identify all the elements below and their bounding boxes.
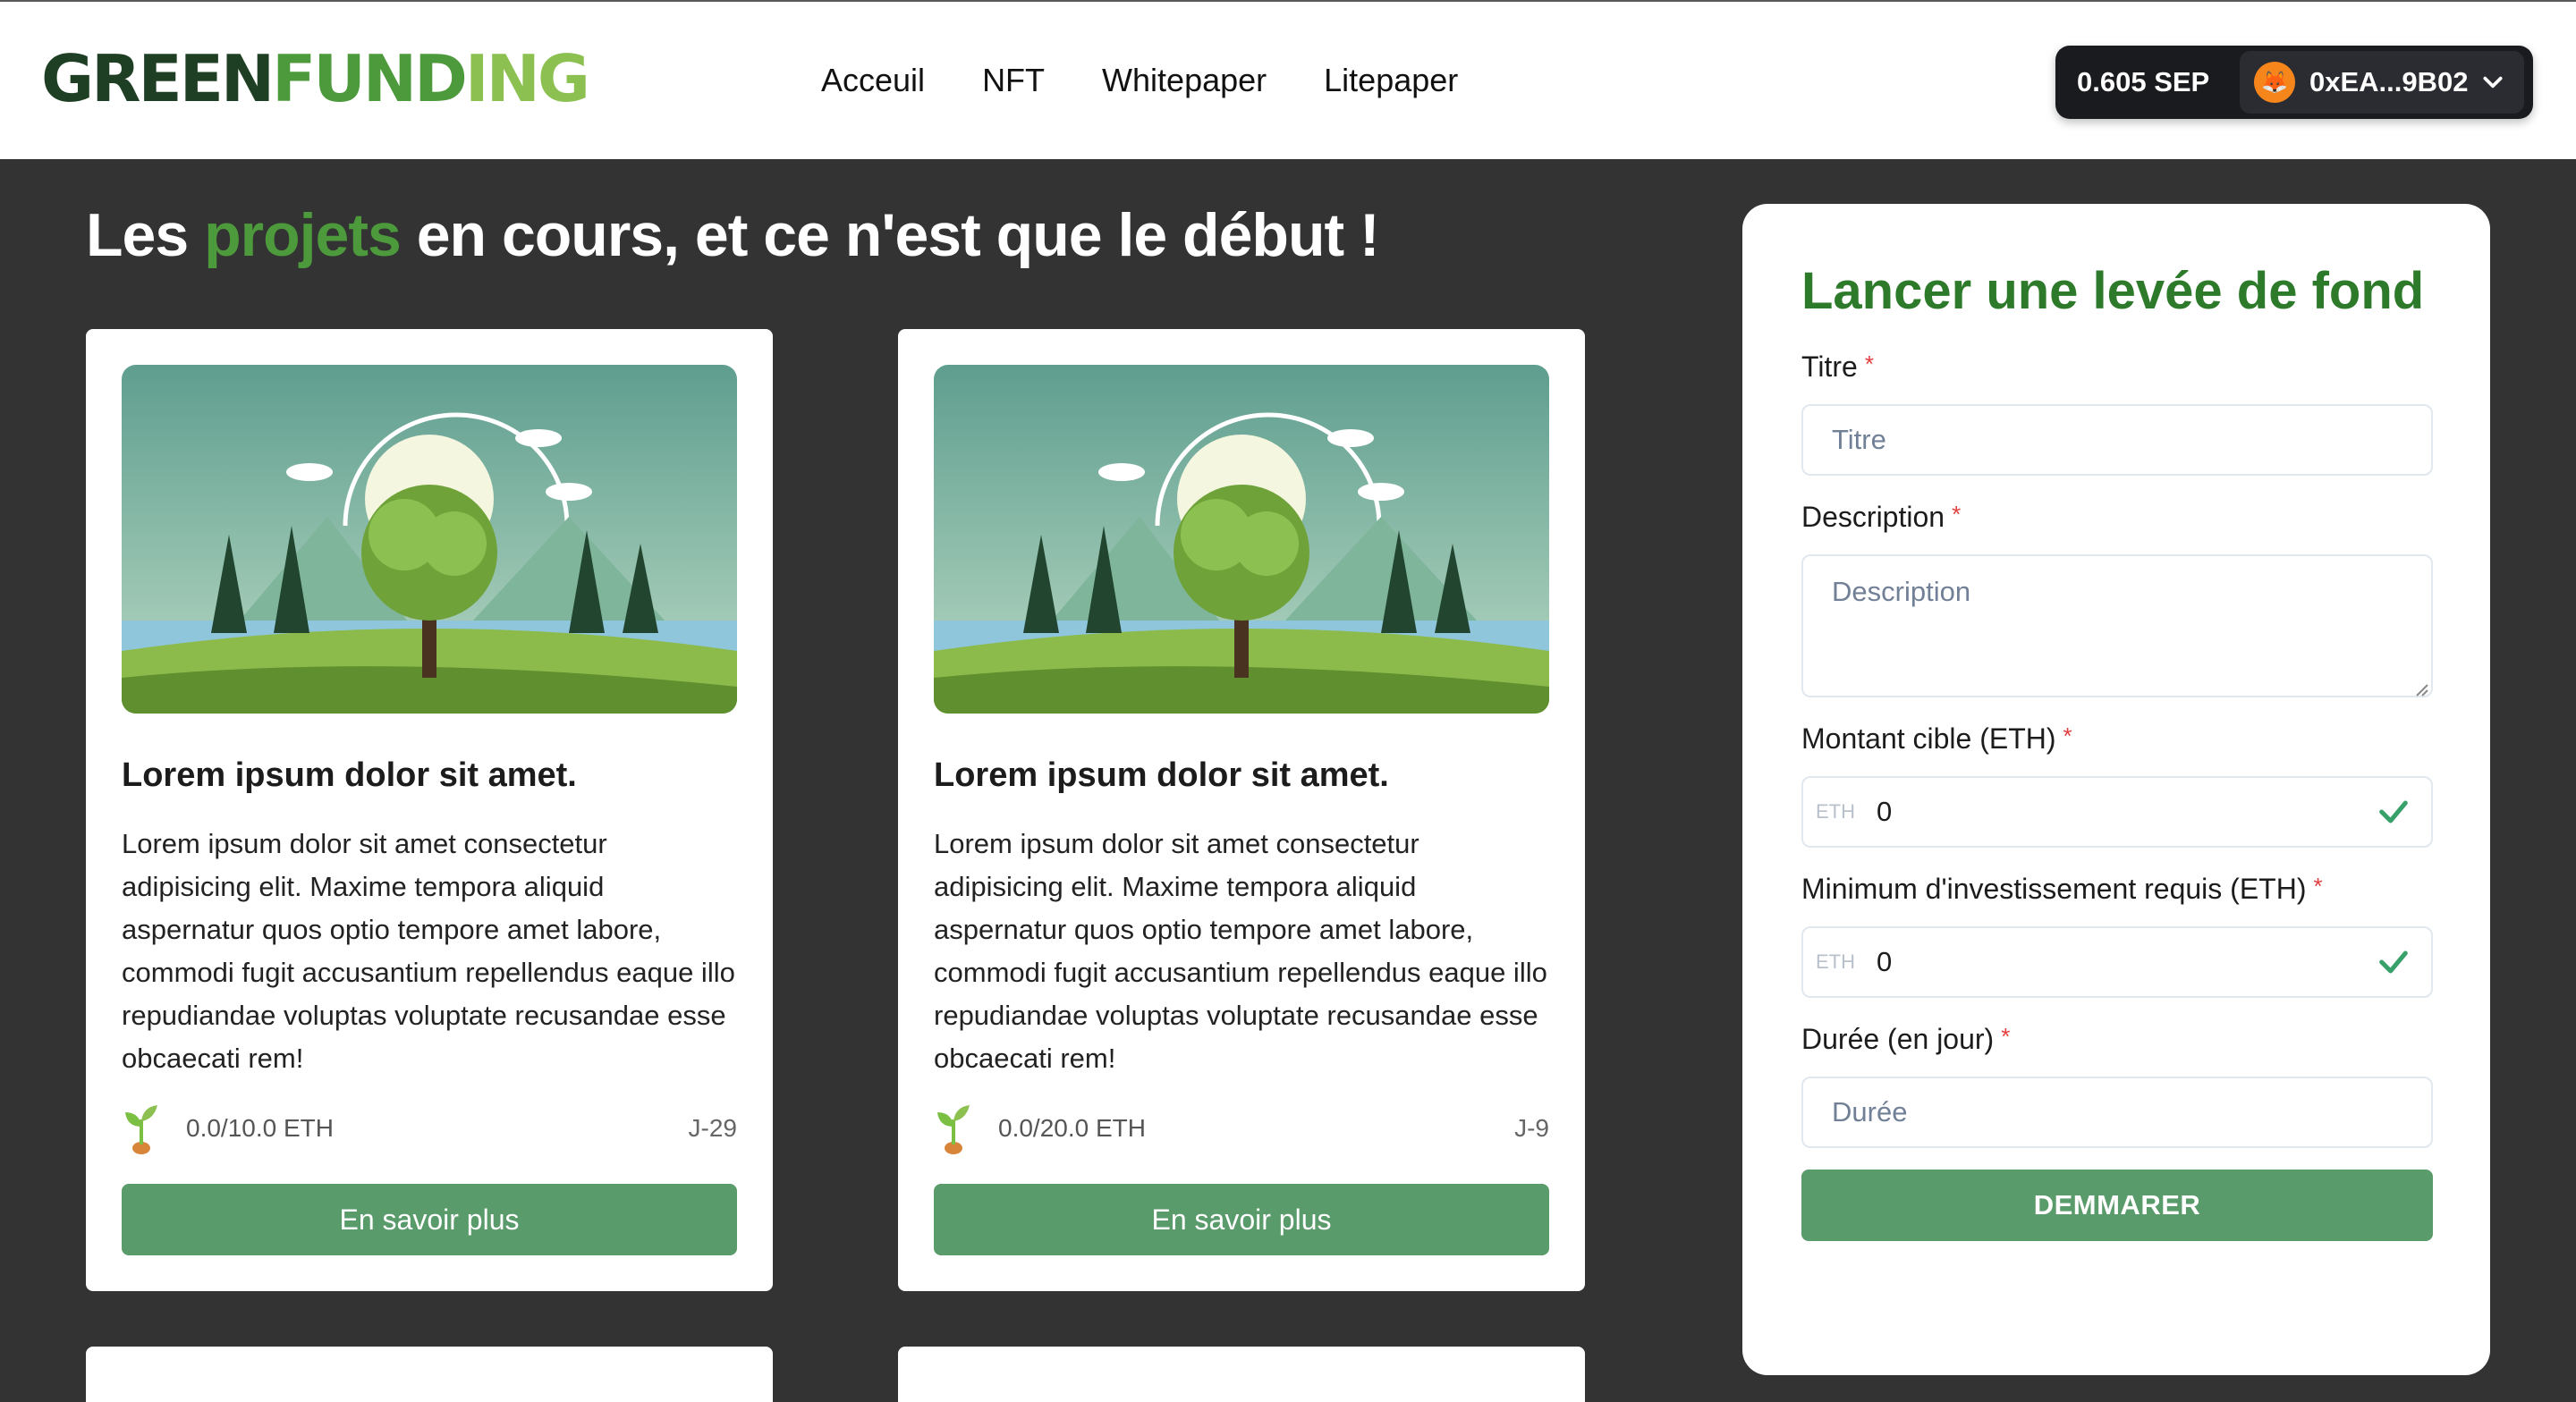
project-title: Lorem ipsum dolor sit amet. xyxy=(934,756,1389,794)
wallet-button[interactable]: 0.605 SEP 🦊 0xEA...9B02 xyxy=(2055,46,2533,119)
site-header: GREEN FUND ING Acceuil NFT Whitepaper Lite… xyxy=(0,2,2576,159)
nav-whitepaper[interactable]: Whitepaper xyxy=(1102,57,1267,104)
project-stats: 0.0/10.0 ETH J-29 xyxy=(122,1102,737,1155)
target-amount-value[interactable]: 0 xyxy=(1877,796,2376,828)
duration-input[interactable] xyxy=(1801,1077,2433,1148)
target-amount-label: Montant cible (ETH) * xyxy=(1801,722,2072,755)
project-stats: 0.0/20.0 ETH J-9 xyxy=(934,1102,1549,1155)
description-label: Description * xyxy=(1801,501,1962,533)
project-card-partial xyxy=(86,1347,773,1402)
project-card: Lorem ipsum dolor sit amet. Lorem ipsum … xyxy=(898,329,1585,1291)
nav-acceuil[interactable]: Acceuil xyxy=(821,57,925,104)
minimum-investment-field[interactable]: ETH 0 xyxy=(1801,926,2433,998)
project-days-left: J-9 xyxy=(1514,1114,1549,1142)
main-nav: Acceuil NFT Whitepaper Litepaper xyxy=(821,57,1515,104)
project-title: Lorem ipsum dolor sit amet. xyxy=(122,756,577,794)
nav-litepaper[interactable]: Litepaper xyxy=(1324,57,1458,104)
project-funds: 0.0/10.0 ETH xyxy=(186,1114,334,1142)
chevron-down-icon xyxy=(2482,76,2503,89)
fundraising-form: Lancer une levée de fond Titre* Descript… xyxy=(1742,204,2490,1375)
project-description: Lorem ipsum dolor sit amet consectetur a… xyxy=(122,828,735,1074)
title-label: Titre * xyxy=(1801,350,1874,383)
resize-grip-icon[interactable] xyxy=(2413,681,2429,697)
eth-prefix: ETH xyxy=(1816,950,1855,973)
description-input[interactable] xyxy=(1801,554,2433,697)
project-days-left: J-29 xyxy=(688,1114,737,1142)
nav-nft[interactable]: NFT xyxy=(982,57,1045,104)
check-icon xyxy=(2379,950,2408,974)
check-icon xyxy=(2379,800,2408,823)
minimum-investment-label: Minimum d'investissement requis (ETH) * xyxy=(1801,873,2323,905)
wallet-balance[interactable]: 0.605 SEP xyxy=(2055,66,2240,98)
learn-more-button[interactable]: En savoir plus xyxy=(934,1184,1549,1255)
target-amount-field[interactable]: ETH 0 xyxy=(1801,776,2433,848)
metamask-fox-icon: 🦊 xyxy=(2254,62,2295,103)
project-image xyxy=(934,365,1549,714)
project-description: Lorem ipsum dolor sit amet consectetur a… xyxy=(934,828,1547,1074)
duration-label: Durée (en jour) * xyxy=(1801,1023,2011,1055)
eth-prefix: ETH xyxy=(1816,800,1855,823)
project-card: Lorem ipsum dolor sit amet. Lorem ipsum … xyxy=(86,329,773,1291)
project-image xyxy=(122,365,737,714)
wallet-account[interactable]: 🦊 0xEA...9B02 xyxy=(2240,51,2524,114)
project-funds: 0.0/20.0 ETH xyxy=(998,1114,1146,1142)
greenfunding-logo[interactable]: GREEN FUND ING xyxy=(41,43,590,114)
project-card-partial xyxy=(898,1347,1585,1402)
learn-more-button[interactable]: En savoir plus xyxy=(122,1184,737,1255)
wallet-address: 0xEA...9B02 xyxy=(2309,66,2469,97)
sprout-icon xyxy=(937,1105,970,1154)
form-title: Lancer une levée de fond xyxy=(1801,262,2425,320)
start-button[interactable]: DEMMARER xyxy=(1801,1170,2433,1241)
title-input[interactable] xyxy=(1801,404,2433,476)
sprout-icon xyxy=(125,1105,157,1154)
page-title: Les projets en cours, et ce n'est que le… xyxy=(86,201,1380,269)
minimum-investment-value[interactable]: 0 xyxy=(1877,946,2376,978)
